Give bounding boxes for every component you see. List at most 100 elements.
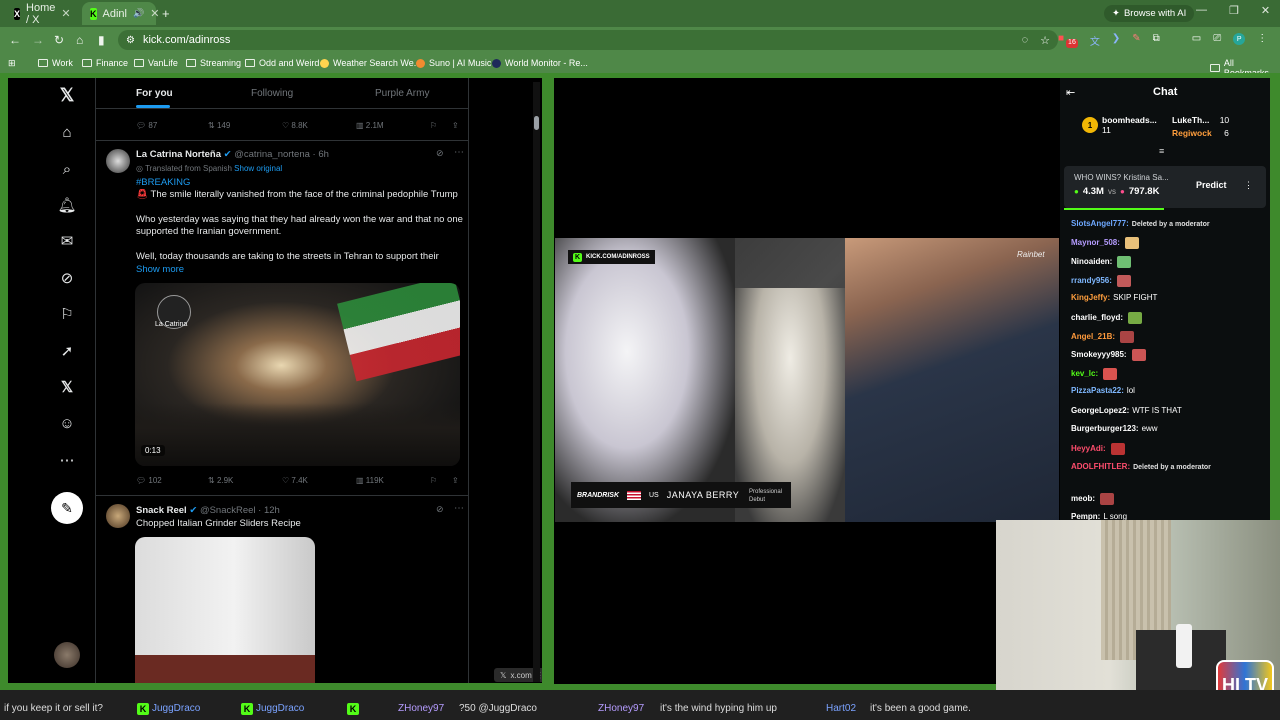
bookmark-finance[interactable]: Finance (82, 58, 128, 68)
grok-icon[interactable]: ⊘ (436, 504, 444, 515)
back-icon[interactable]: ← (9, 33, 21, 47)
chat-username[interactable]: KingJeffy: (1071, 293, 1110, 302)
compose-post-button[interactable]: ✎ (51, 492, 83, 524)
repost-button[interactable]: ⇅ 149 (208, 121, 230, 130)
media-control-icon[interactable]: ▭ (1192, 33, 1201, 48)
chat-username[interactable]: rrandy956: (1071, 276, 1112, 285)
chat-username[interactable]: GeorgeLopez2: (1071, 406, 1129, 415)
chat-username[interactable]: kev_lc: (1071, 369, 1098, 378)
tab-purple-army[interactable]: Purple Army (375, 88, 429, 99)
author-name[interactable]: Snack Reel (136, 505, 187, 516)
bookmark-odd-and-weird[interactable]: Odd and Weird (245, 58, 319, 68)
site-info-icon[interactable]: ⚙ (126, 35, 135, 46)
more-circle-icon[interactable]: ⋯ (58, 451, 76, 469)
eye-off-icon[interactable]: ◌ (1022, 34, 1029, 47)
like-button[interactable]: ♡ 7.4K (282, 476, 308, 485)
chat-username[interactable]: charlie_floyd: (1071, 313, 1123, 322)
rocket-icon[interactable]: ➚ (58, 342, 76, 360)
repost-button[interactable]: ⇅ 2.9K (208, 476, 233, 485)
views-button[interactable]: ▥ 119K (356, 476, 384, 485)
close-tab-icon[interactable]: ✕ (150, 7, 159, 20)
bookmark-streaming[interactable]: Streaming (186, 58, 241, 68)
audio-icon[interactable]: 🔊 (133, 8, 144, 19)
expand-leaderboard-icon[interactable]: ≡ (1159, 146, 1164, 156)
tab-for-you[interactable]: For you (136, 88, 173, 99)
reload-icon[interactable]: ↻ (54, 33, 64, 47)
grok-icon[interactable]: ⊘ (436, 148, 444, 159)
cast-icon[interactable]: ⎚ (1213, 33, 1221, 48)
prediction-menu-icon[interactable]: ⋮ (1244, 180, 1253, 191)
chat-username[interactable]: Angel_21B: (1071, 332, 1115, 341)
bookmark-work[interactable]: Work (38, 58, 73, 68)
extensions-puzzle-icon[interactable]: ⧉ (1153, 33, 1160, 48)
bookmark-vanlife[interactable]: VanLife (134, 58, 178, 68)
home-icon[interactable]: ⌂ (58, 123, 76, 141)
collapse-chat-icon[interactable]: ⇤ (1066, 86, 1075, 99)
like-button[interactable]: ♡ 8.8K (282, 121, 308, 130)
share-icon[interactable]: ⇪ (452, 476, 459, 485)
bookmark-icon[interactable]: ⚐ (430, 121, 437, 130)
prediction-card[interactable]: WHO WINS? Kristina Sa... ● 4.3M vs ● 797… (1064, 166, 1266, 208)
share-icon[interactable]: ⇪ (452, 121, 459, 130)
chat-username[interactable]: PizzaPasta22: (1071, 386, 1124, 395)
bookmark-weather[interactable]: Weather Search We... (320, 58, 421, 68)
tab-kick[interactable]: K Adinl 🔊 ✕ (82, 2, 159, 25)
tweet-video[interactable]: La Catrina 0:13 (135, 283, 460, 466)
chat-username[interactable]: Smokeyyy985: (1071, 350, 1127, 359)
menu-kebab-icon[interactable]: ⋮ (1257, 33, 1267, 48)
show-original-link[interactable]: Show original (234, 164, 282, 173)
browse-with-ai-button[interactable]: ✦ Browse with AI (1104, 5, 1195, 22)
bookmark-star-icon[interactable]: ☆ (1040, 34, 1050, 47)
side-panel-icon[interactable]: ▮ (98, 33, 105, 47)
translate-icon[interactable]: 文 (1090, 33, 1100, 48)
bookmark-world-monitor[interactable]: World Monitor - Re... (492, 58, 588, 68)
avatar[interactable] (106, 149, 130, 173)
stream-video[interactable]: K KICK.COM/ADINROSS Rainbet BRANDRISK US… (555, 238, 1059, 522)
chat-username[interactable]: ADOLFHITLER: (1071, 462, 1130, 471)
grok-icon[interactable]: ⊘ (58, 269, 76, 287)
author-name[interactable]: La Catrina Norteña (136, 149, 221, 160)
reply-button[interactable]: 💬︎ 87 (136, 121, 157, 130)
scrollbar-track[interactable] (533, 82, 540, 682)
scrollbar-thumb[interactable] (534, 116, 539, 130)
profile-icon[interactable]: ☺ (58, 414, 76, 432)
account-avatar[interactable] (54, 642, 80, 668)
show-more-link[interactable]: Show more (136, 264, 466, 276)
extension-tool-icon[interactable]: ✎ (1132, 33, 1140, 48)
tab-home-x[interactable]: X Home / X ✕ (6, 2, 78, 26)
tab-following[interactable]: Following (251, 88, 293, 99)
chat-username[interactable]: meob: (1071, 494, 1095, 503)
extension-audio-icon[interactable]: ❯ (1112, 33, 1120, 48)
x-logo-icon[interactable]: 𝕏 (58, 85, 76, 105)
premium-x-icon[interactable]: 𝕏 (58, 378, 76, 396)
maximize-button[interactable]: ❐ (1229, 4, 1239, 17)
apps-grid-icon[interactable]: ⊞ (8, 58, 16, 69)
hashtag-link[interactable]: #BREAKING (136, 177, 466, 189)
bookmark-suno[interactable]: Suno | AI Music (416, 58, 491, 68)
chat-username[interactable]: HeyyAdi: (1071, 444, 1106, 453)
views-button[interactable]: ▥ 2.1M (356, 121, 384, 130)
search-icon[interactable]: ⌕ (58, 160, 76, 178)
address-bar[interactable]: ⚙ kick.com/adinross ◌ ☆ (118, 30, 1058, 50)
more-options-icon[interactable]: ⋯ (454, 503, 464, 514)
chat-username[interactable]: Burgerburger123: (1071, 424, 1139, 433)
minimize-button[interactable]: — (1196, 4, 1207, 17)
avatar[interactable] (106, 504, 130, 528)
notifications-bell-icon[interactable]: 🔔︎ (57, 196, 76, 214)
forward-icon[interactable]: → (32, 33, 44, 47)
bookmark-icon[interactable]: ⚐ (430, 476, 437, 485)
messages-envelope-icon[interactable]: ✉ (58, 232, 76, 250)
new-tab-button[interactable]: + (162, 6, 170, 21)
bookmarks-icon[interactable]: ⚐ (58, 305, 76, 323)
predict-button[interactable]: Predict (1196, 180, 1227, 190)
chat-username[interactable]: SlotsAngel777: (1071, 219, 1129, 228)
chat-username[interactable]: Maynor_508: (1071, 238, 1120, 247)
profile-avatar-icon[interactable]: P (1233, 33, 1246, 45)
more-options-icon[interactable]: ⋯ (454, 147, 464, 158)
close-window-button[interactable]: ✕ (1261, 4, 1270, 17)
close-tab-icon[interactable]: ✕ (61, 7, 70, 20)
chat-username[interactable]: Ninoaiden: (1071, 257, 1112, 266)
extension-red-icon[interactable]: ■ (1058, 33, 1064, 48)
reply-button[interactable]: 💬︎ 102 (136, 476, 162, 485)
home-icon[interactable]: ⌂ (76, 33, 83, 47)
